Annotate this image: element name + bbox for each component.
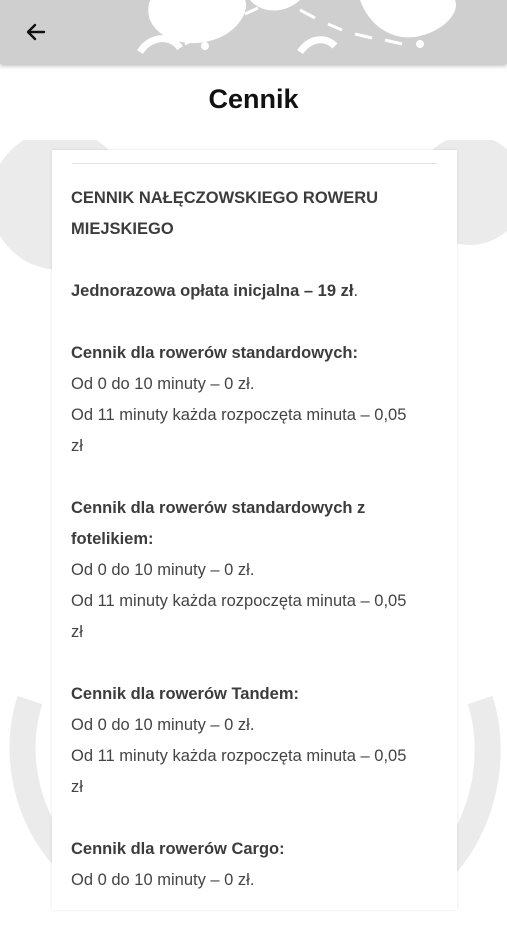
pricing-line: Od 11 minuty każda rozpoczęta minuta – 0… — [71, 592, 407, 641]
pricing-section-title: Cennik dla rowerów Tandem: — [71, 685, 299, 703]
app-bar — [0, 0, 507, 64]
pricing-line: Od 0 do 10 minuty – 0 zł. — [71, 716, 255, 734]
pricing-section-title: Cennik dla rowerów Cargo: — [71, 840, 285, 858]
pricing-line: Od 11 minuty każda rozpoczęta minuta – 0… — [71, 406, 407, 455]
pricing-line: Od 0 do 10 minuty – 0 zł. — [71, 561, 255, 579]
balloon-pattern-decoration — [137, 0, 456, 55]
back-button[interactable] — [14, 10, 58, 54]
pricing-heading: CENNIK NAŁĘCZOWSKIEGO ROWERU MIEJSKIEGO — [71, 183, 416, 245]
pricing-content: CENNIK NAŁĘCZOWSKIEGO ROWERU MIEJSKIEGO … — [71, 183, 416, 927]
pricing-line: Od 0 do 10 minuty – 0 zł. — [71, 375, 255, 393]
initial-fee-suffix: . — [353, 282, 359, 300]
pricing-section-title: Cennik dla rowerów standardowych: — [71, 344, 358, 362]
divider — [72, 163, 437, 164]
initial-fee: Jednorazowa opłata inicjalna – 19 zł. — [71, 276, 416, 307]
pricing-section-standard: Cennik dla rowerów standardowych: Od 0 d… — [71, 338, 416, 462]
pricing-card: CENNIK NAŁĘCZOWSKIEGO ROWERU MIEJSKIEGO … — [52, 150, 457, 910]
pricing-section-tandem: Cennik dla rowerów Tandem: Od 0 do 10 mi… — [71, 679, 416, 803]
initial-fee-label: Jednorazowa opłata inicjalna – 19 zł — [71, 282, 354, 300]
pricing-section-title: Cennik dla rowerów standardowych z fotel… — [71, 499, 366, 548]
pricing-line: Od 0 do 10 minuty – 0 zł. — [71, 871, 255, 889]
page-title: Cennik — [208, 84, 299, 114]
pricing-section-cargo: Cennik dla rowerów Cargo: Od 0 do 10 min… — [71, 834, 416, 896]
pricing-section-child-seat: Cennik dla rowerów standardowych z fotel… — [71, 493, 416, 648]
pricing-heading-text: CENNIK NAŁĘCZOWSKIEGO ROWERU MIEJSKIEGO — [71, 189, 379, 238]
arrow-left-icon — [26, 23, 46, 41]
pricing-line: Od 11 minuty każda rozpoczęta minuta – 0… — [71, 747, 407, 796]
